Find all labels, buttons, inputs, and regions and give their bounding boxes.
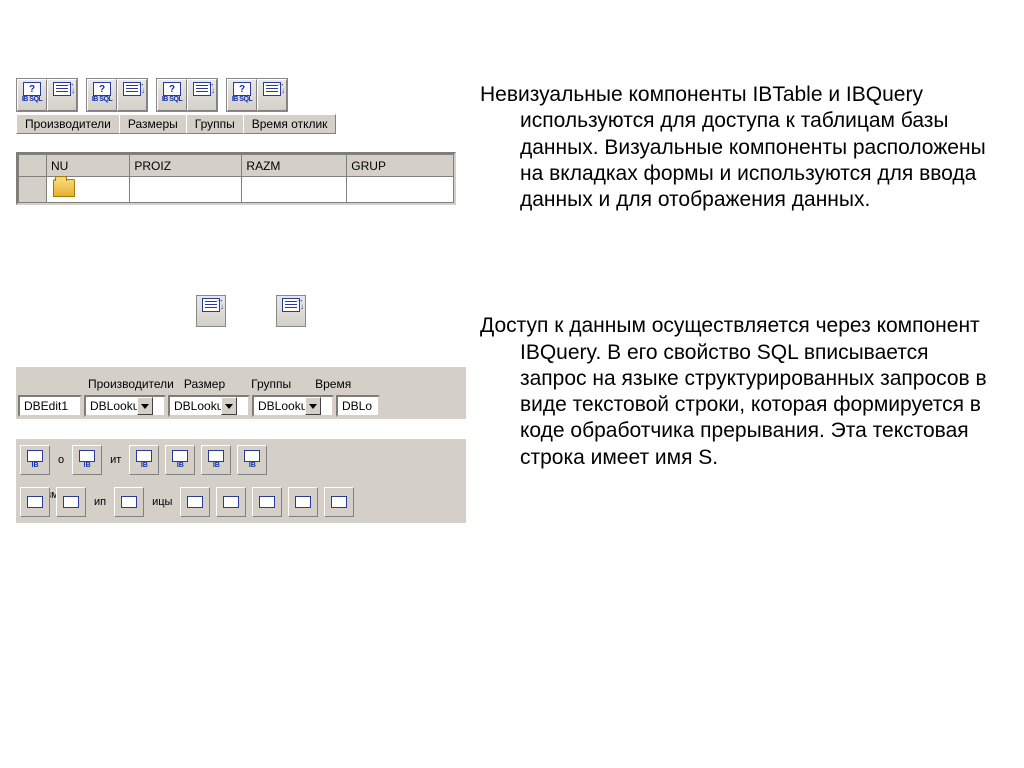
label-groups: Группы <box>251 377 291 391</box>
paragraph-1: Невизуальные компоненты IBTable и IBQuer… <box>480 82 990 213</box>
grid-cell[interactable] <box>242 177 347 203</box>
component-pair[interactable]: IB SQL <box>16 78 78 112</box>
dblookup-combo[interactable]: DBLooku <box>84 395 166 417</box>
ib-component-icon[interactable]: IB <box>237 445 267 475</box>
dbedit-field[interactable]: DBEdit1 <box>18 395 82 417</box>
dropdown-button[interactable] <box>137 397 153 415</box>
combo-row: DBEdit1 DBLooku DBLooku DBLooku DBLo <box>16 393 466 419</box>
datasource-component-icon[interactable] <box>196 295 226 327</box>
component-pair[interactable]: IB SQL <box>86 78 148 112</box>
left-ui-panel: IB SQL IB SQL IB SQL IB SQL Производител… <box>16 78 466 523</box>
ib-component-icon[interactable]: IB <box>72 445 102 475</box>
component-pair[interactable]: IB SQL <box>226 78 288 112</box>
ib-component-icon[interactable]: IB <box>129 445 159 475</box>
label-producers: Производители <box>88 377 174 391</box>
field-labels-row: Производители Размер Группы Время <box>16 367 466 393</box>
partial-label: ицы <box>152 496 172 508</box>
grid-corner <box>19 155 47 177</box>
tab-response-time[interactable]: Время отклик <box>243 114 337 134</box>
component-pair[interactable]: IB SQL <box>156 78 218 112</box>
component-palette-top: IB SQL IB SQL IB SQL IB SQL <box>16 78 466 112</box>
tab-strip: Производители Размеры Группы Время откли… <box>16 114 466 134</box>
component-strip-1: IB о IB ит IB IB IB IB <box>16 439 466 481</box>
grid-header[interactable]: GRUP <box>347 155 454 177</box>
partial-label: ип <box>94 496 106 508</box>
ib-component-icon[interactable]: IB <box>201 445 231 475</box>
paragraph-2: Доступ к данным осуществляется через ком… <box>480 313 990 471</box>
floating-components <box>16 295 466 327</box>
table-row[interactable] <box>19 177 454 203</box>
datasource-icon[interactable] <box>20 487 50 517</box>
dblookup-combo[interactable]: DBLooku <box>252 395 334 417</box>
dropdown-button[interactable] <box>221 397 237 415</box>
grid-cell[interactable] <box>47 177 130 203</box>
component-strip-2: азмер ип ицы <box>16 481 466 523</box>
datasource-icon[interactable] <box>288 487 318 517</box>
ib-component-icon[interactable]: IB <box>20 445 50 475</box>
dblookup-combo[interactable]: DBLo <box>336 395 380 417</box>
dropdown-button[interactable] <box>305 397 321 415</box>
tab-producers[interactable]: Производители <box>16 114 120 134</box>
datasource-component-icon[interactable] <box>276 295 306 327</box>
data-grid[interactable]: NU PROIZ RAZM GRUP <box>16 152 456 205</box>
grid-header[interactable]: RAZM <box>242 155 347 177</box>
datasource-icon[interactable] <box>56 487 86 517</box>
dblookup-combo[interactable]: DBLooku <box>168 395 250 417</box>
datasource-icon[interactable] <box>252 487 282 517</box>
tab-sizes[interactable]: Размеры <box>119 114 187 134</box>
tab-groups[interactable]: Группы <box>186 114 244 134</box>
partial-label: о <box>58 454 64 466</box>
datasource-icon[interactable] <box>324 487 354 517</box>
datasource-icon[interactable] <box>114 487 144 517</box>
ib-component-icon[interactable]: IB <box>165 445 195 475</box>
grid-cell[interactable] <box>130 177 242 203</box>
label-time: Время <box>315 377 351 391</box>
grid-cell[interactable] <box>347 177 454 203</box>
datasource-icon[interactable] <box>180 487 210 517</box>
grid-header[interactable]: NU <box>47 155 130 177</box>
grid-header[interactable]: PROIZ <box>130 155 242 177</box>
label-size: Размер <box>184 377 225 391</box>
partial-label: ит <box>110 454 121 466</box>
row-indicator <box>19 177 47 203</box>
folder-icon[interactable] <box>53 179 75 197</box>
description-text: Невизуальные компоненты IBTable и IBQuer… <box>480 82 990 471</box>
datasource-icon[interactable] <box>216 487 246 517</box>
grid-header-row: NU PROIZ RAZM GRUP <box>19 155 454 177</box>
